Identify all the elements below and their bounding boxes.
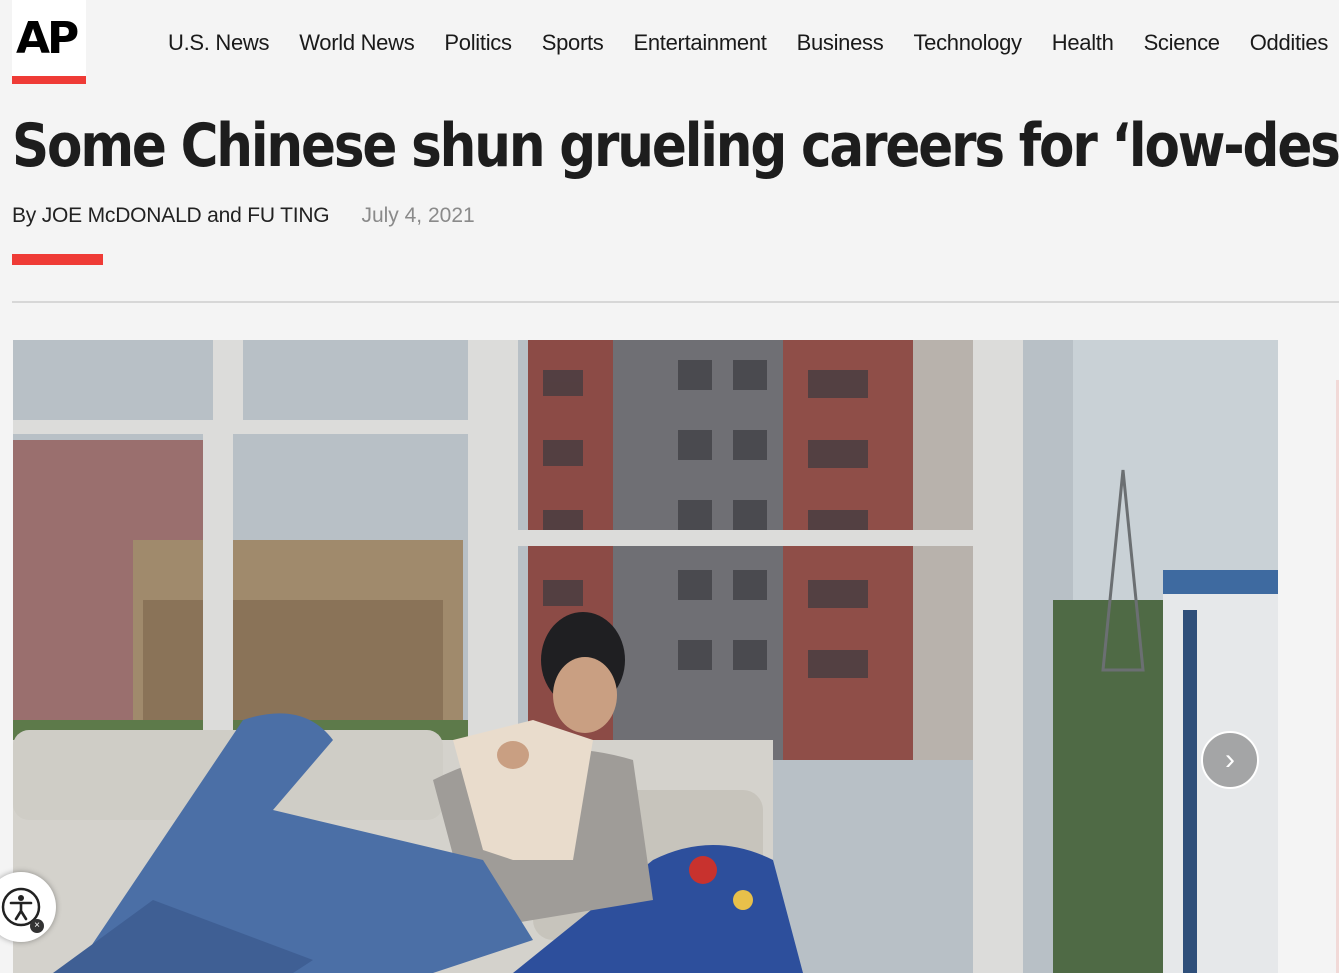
nav-item-entertainment[interactable]: Entertainment: [634, 30, 767, 56]
nav-item-politics[interactable]: Politics: [444, 30, 512, 56]
nav-item-science[interactable]: Science: [1144, 30, 1220, 56]
byline-authors: By JOE McDONALD and FU TING: [12, 204, 330, 227]
nav-item-world-news[interactable]: World News: [299, 30, 414, 56]
photo-illustration: [13, 340, 1278, 973]
chevron-right-icon: ›: [1225, 743, 1235, 776]
article-page: AP U.S. News World News Politics Sports …: [0, 0, 1339, 973]
byline: By JOE McDONALD and FU TING July 4, 2021: [12, 202, 475, 230]
close-icon[interactable]: ×: [30, 919, 44, 933]
logo-accent-bar: [12, 76, 86, 84]
ap-logo[interactable]: AP: [12, 0, 86, 84]
nav-item-business[interactable]: Business: [797, 30, 884, 56]
lead-photo[interactable]: [13, 340, 1278, 973]
headline-accent-rule: [12, 254, 103, 265]
nav-item-us-news[interactable]: U.S. News: [168, 30, 270, 56]
logo-text: AP: [16, 13, 79, 64]
gallery-next-button[interactable]: ›: [1201, 731, 1259, 789]
nav-item-oddities[interactable]: Oddities: [1250, 30, 1329, 56]
section-divider: [12, 301, 1339, 303]
nav-item-sports[interactable]: Sports: [542, 30, 604, 56]
article-headline: Some Chinese shun grueling careers for ‘…: [12, 111, 1339, 181]
main-nav: U.S. News World News Politics Sports Ent…: [168, 28, 1339, 58]
nav-item-technology[interactable]: Technology: [913, 30, 1022, 56]
publish-date: July 4, 2021: [361, 204, 475, 227]
nav-item-health[interactable]: Health: [1052, 30, 1114, 56]
